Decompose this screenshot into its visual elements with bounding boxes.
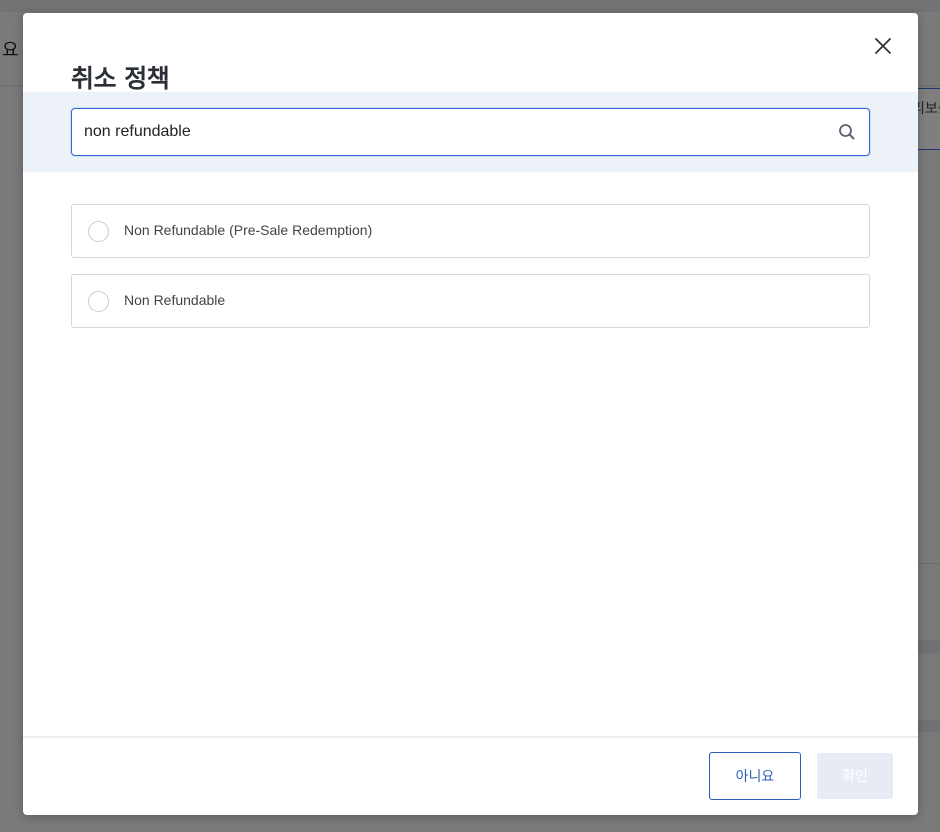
cancellation-policy-modal: 취소 정책 Non Refundable (Pre-Sale Redemptio…: [23, 13, 918, 815]
close-icon: [875, 38, 891, 54]
search-input[interactable]: [84, 109, 824, 155]
policy-option[interactable]: Non Refundable (Pre-Sale Redemption): [71, 204, 870, 258]
no-button[interactable]: 아니요: [709, 752, 801, 800]
confirm-button[interactable]: 확인: [817, 753, 893, 799]
policy-option[interactable]: Non Refundable: [71, 274, 870, 328]
modal-title: 취소 정책: [71, 64, 170, 93]
policy-option-label: Non Refundable (Pre-Sale Redemption): [124, 222, 373, 238]
radio-button[interactable]: [88, 221, 109, 242]
policy-option-label: Non Refundable: [124, 292, 226, 308]
footer-divider: [23, 736, 918, 738]
search-section: [23, 92, 918, 172]
search-box: [71, 108, 870, 156]
radio-button[interactable]: [88, 291, 109, 312]
close-button[interactable]: [871, 34, 895, 58]
search-icon[interactable]: [838, 123, 856, 141]
